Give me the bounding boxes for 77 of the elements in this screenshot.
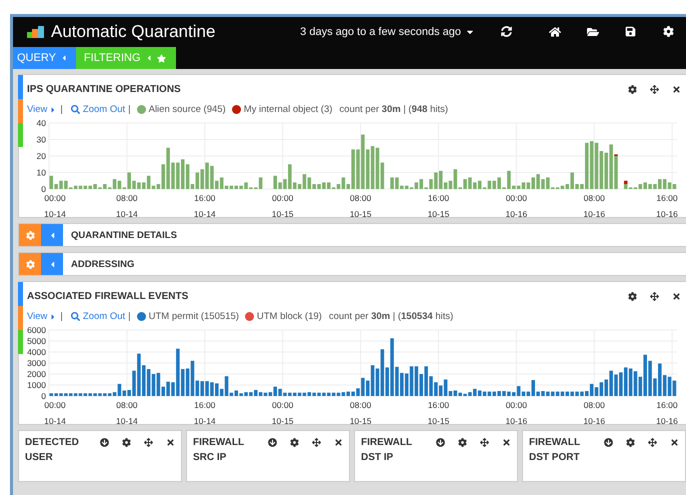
- axis-label: 08:00: [116, 400, 138, 410]
- zoom-out-link[interactable]: Zoom Out: [82, 104, 126, 115]
- panel-title: FIREWALL: [193, 437, 244, 448]
- axis-label: 10-14: [44, 209, 66, 217]
- view-link[interactable]: View: [27, 104, 58, 115]
- dashboard-title: Automatic Quarantine: [51, 22, 216, 42]
- axis-label: 10-16: [656, 209, 678, 217]
- axis-label: 0: [41, 391, 46, 401]
- axis-label: 10-16: [583, 416, 606, 424]
- axis-label: 10-16: [656, 416, 678, 424]
- legend-label: My internal object (3): [244, 104, 332, 115]
- axis-label: 10-15: [428, 209, 450, 217]
- axis-label: 10: [36, 168, 46, 178]
- axis-label: 08:00: [350, 193, 372, 203]
- axis-label: 10-14: [44, 416, 66, 424]
- axis-label: 3000: [27, 358, 46, 368]
- axis-label: 10-15: [350, 209, 372, 217]
- axis-label: 10-16: [505, 209, 528, 217]
- panel-title: ASSOCIATED FIREWALL EVENTS: [27, 290, 188, 302]
- axis-label: 10-14: [116, 416, 138, 424]
- panel-subtitle: DST PORT: [529, 452, 581, 463]
- view-link[interactable]: View: [27, 311, 58, 322]
- axis-label: 0: [41, 184, 46, 194]
- axis-label: 20: [36, 151, 46, 161]
- axis-label: 10-15: [350, 416, 372, 424]
- axis-label: 6000: [27, 325, 46, 335]
- filter-tab[interactable]: QUERY: [13, 47, 76, 69]
- separator: |: [128, 311, 131, 322]
- axis-label: 16:00: [428, 400, 450, 410]
- axis-label: 08:00: [116, 193, 138, 203]
- axis-label: 1000: [27, 380, 46, 390]
- axis-label: 10-15: [272, 416, 294, 424]
- axis-label: 00:00: [44, 193, 66, 203]
- axis-label: 08:00: [584, 193, 605, 203]
- panel-subtitle: SRC IP: [193, 452, 228, 463]
- axis-label: 00:00: [506, 193, 527, 203]
- legend-label: Alien source (945): [148, 104, 226, 115]
- axis-label: 10-16: [583, 209, 606, 217]
- panel-title: FIREWALL: [361, 437, 412, 448]
- axis-label: 00:00: [272, 400, 294, 410]
- axis-label: 16:00: [428, 193, 450, 203]
- axis-label: 16:00: [194, 193, 216, 203]
- zoom-out-link[interactable]: Zoom Out: [82, 311, 126, 322]
- axis-label: 2000: [27, 369, 46, 379]
- panel-title: FIREWALL: [529, 437, 580, 448]
- panel-subtitle: DST IP: [361, 452, 394, 463]
- axis-label: 10-14: [116, 209, 138, 217]
- hit-summary: count per 30m | (948 hits): [339, 104, 448, 115]
- panel-title: IPS QUARANTINE OPERATIONS: [27, 84, 181, 94]
- separator: |: [128, 104, 131, 115]
- axis-label: 16:00: [656, 400, 678, 410]
- time-range-picker[interactable]: 3 days ago to a few seconds ago: [300, 26, 475, 38]
- axis-label: 16:00: [656, 193, 678, 203]
- axis-label: 30: [36, 134, 46, 144]
- axis-label: 40: [36, 118, 46, 128]
- axis-label: 4000: [27, 347, 46, 357]
- axis-label: 00:00: [272, 193, 294, 203]
- hit-summary: count per 30m | (150534 hits): [328, 311, 454, 322]
- axis-label: 5000: [27, 336, 46, 346]
- axis-label: 10-14: [194, 209, 216, 217]
- axis-label: 10-14: [194, 416, 216, 424]
- legend-label: UTM block (19): [256, 311, 322, 322]
- separator: |: [60, 311, 63, 322]
- panel-title: QUARANTINE DETAILS: [71, 230, 177, 240]
- axis-label: 08:00: [584, 400, 605, 410]
- axis-label: 10-15: [428, 416, 450, 424]
- axis-label: 00:00: [506, 400, 527, 410]
- axis-label: 10-15: [272, 209, 294, 217]
- axis-label: 10-16: [505, 416, 528, 424]
- panel-title: ADDRESSING: [71, 258, 134, 270]
- axis-label: 08:00: [350, 400, 372, 410]
- axis-label: 00:00: [44, 400, 66, 410]
- panel-title: DETECTED: [25, 437, 79, 448]
- separator: |: [60, 104, 63, 115]
- legend-label: UTM permit (150515): [148, 311, 239, 322]
- panel-subtitle: USER: [25, 452, 54, 463]
- axis-label: 16:00: [194, 400, 216, 410]
